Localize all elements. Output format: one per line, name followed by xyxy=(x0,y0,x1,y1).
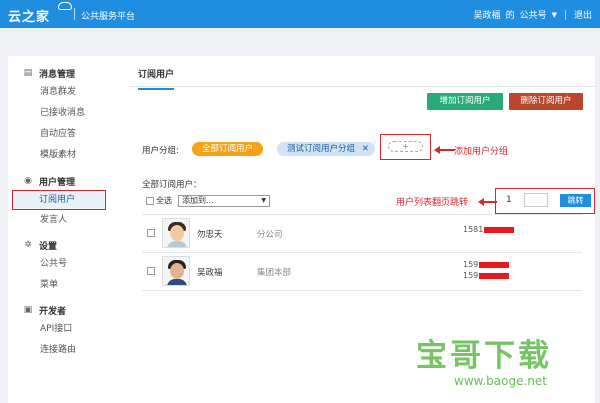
phone-prefix: 159 xyxy=(463,260,479,269)
account-dropdown[interactable]: 公共号 xyxy=(520,8,547,21)
user-department: 集团本部 xyxy=(257,268,292,278)
chevron-down-icon: ▼ xyxy=(261,197,266,204)
sidebar-item-public-account[interactable]: 公共号 xyxy=(8,254,130,275)
select-value: 添加到... xyxy=(182,196,214,205)
divider xyxy=(74,8,75,20)
logout-link[interactable]: 退出 xyxy=(574,8,592,21)
user-phone: 159 xyxy=(463,271,510,280)
row-checkbox[interactable] xyxy=(147,229,155,237)
group-label: 测试订阅用户分组 xyxy=(287,144,356,154)
current-page: 1 xyxy=(506,195,512,205)
sidebar-item-subscribers[interactable]: 订阅用户 xyxy=(12,190,106,210)
close-icon[interactable]: ✕ xyxy=(362,142,369,156)
user-icon: ◉ xyxy=(24,176,32,186)
nav-group-users: ◉ 用户管理 订阅用户 发言人 xyxy=(8,172,130,231)
table-divider xyxy=(142,290,582,291)
group-all-subscribers[interactable]: 全部订阅用户 xyxy=(192,142,263,156)
sidebar-item-speakers[interactable]: 发言人 xyxy=(8,210,130,231)
tab-subscribers[interactable]: 订阅用户 xyxy=(138,67,175,90)
cloud-icon xyxy=(58,2,72,10)
table-row[interactable]: 勿忠天 分公司 1581 xyxy=(142,214,582,252)
redaction-bar xyxy=(479,261,510,268)
phone-prefix: 1581 xyxy=(463,225,484,234)
row-checkbox[interactable] xyxy=(147,267,155,275)
table-row[interactable]: 吴政福 集团本部 159 159 xyxy=(142,252,582,290)
add-subscriber-button[interactable]: 增加订阅用户 xyxy=(427,93,503,110)
watermark-text: 宝哥下载 xyxy=(416,338,552,374)
app-logo[interactable]: 云之家 xyxy=(8,6,50,25)
sidebar-item-broadcast[interactable]: 消息群发 xyxy=(8,82,130,103)
sidebar-item-api[interactable]: API接口 xyxy=(8,319,130,340)
cube-icon: ▣ xyxy=(23,305,33,315)
sidebar-item-menu[interactable]: 菜单 xyxy=(8,275,130,296)
select-all-checkbox[interactable] xyxy=(146,196,154,205)
group-test-subscribers[interactable]: 测试订阅用户分组 ✕ xyxy=(277,142,375,156)
sidebar-item-received[interactable]: 已接收消息 xyxy=(8,103,130,124)
watermark: 宝哥下载 www.baoge.net xyxy=(416,330,552,388)
page-jump-input[interactable] xyxy=(524,193,548,207)
nav-group-messages: ▤ 消息管理 消息群发 已接收消息 自动应答 模版素材 xyxy=(8,64,130,166)
pagination-annotation: 用户列表翻页跳转 xyxy=(396,198,469,208)
message-icon: ▤ xyxy=(23,68,33,78)
phone-prefix: 159 xyxy=(463,271,479,280)
add-to-group-select[interactable]: 添加到... ▼ xyxy=(178,195,270,207)
sidebar-item-auto-reply[interactable]: 自动应答 xyxy=(8,124,130,145)
user-phone: 159 xyxy=(463,260,510,269)
select-all[interactable]: 全选 xyxy=(146,195,172,206)
group-title: 设置 xyxy=(39,241,58,252)
annotation-arrow xyxy=(434,146,455,154)
username: 吴政福 xyxy=(473,11,501,21)
redaction-bar xyxy=(484,226,515,233)
avatar xyxy=(162,218,190,248)
user-group-label: 用户分组: xyxy=(142,146,179,156)
jump-button[interactable]: 跳转 xyxy=(560,194,591,207)
nav-group-settings: ✲ 设置 公共号 菜单 xyxy=(8,236,130,296)
user-phone: 1581 xyxy=(463,225,515,234)
list-title: 全部订阅用户： xyxy=(142,180,202,190)
user-name: 勿忠天 xyxy=(197,230,223,240)
select-all-label: 全选 xyxy=(156,196,172,205)
group-title: 消息管理 xyxy=(39,69,76,80)
add-group-button[interactable]: + xyxy=(388,141,423,152)
group-title: 开发者 xyxy=(39,306,67,317)
nav-group-developer: ▣ 开发者 API接口 连接路由 xyxy=(8,301,130,361)
sidebar: ▤ 消息管理 消息群发 已接收消息 自动应答 模版素材 ◉ 用户管理 订阅用户 … xyxy=(8,56,130,403)
platform-title: 公共服务平台 xyxy=(81,12,136,22)
sidebar-item-templates[interactable]: 模版素材 xyxy=(8,145,130,166)
add-group-annotation: 添加用户分组 xyxy=(454,147,509,157)
user-name: 吴政福 xyxy=(197,268,223,278)
delete-subscriber-button[interactable]: 删除订阅用户 xyxy=(509,93,583,110)
watermark-url: www.baoge.net xyxy=(454,374,547,388)
user-area: 吴政福 的 公共号 ▼ 退出 xyxy=(474,8,592,21)
redaction-bar xyxy=(479,272,510,279)
group-title: 用户管理 xyxy=(39,177,76,188)
tab-bar: 订阅用户 xyxy=(130,56,595,90)
user-department: 分公司 xyxy=(257,230,283,240)
divider xyxy=(564,9,566,20)
possessive-label: 的 xyxy=(505,11,515,21)
top-bar: 云之家 公共服务平台 吴政福 的 公共号 ▼ 退出 xyxy=(0,0,600,28)
caret-down-icon[interactable]: ▼ xyxy=(552,11,557,19)
pagination-highlight: 1 跳转 xyxy=(495,188,595,214)
gear-icon: ✲ xyxy=(24,240,32,250)
avatar xyxy=(162,256,190,286)
sidebar-item-routing[interactable]: 连接路由 xyxy=(8,340,130,361)
add-group-highlight: + xyxy=(380,134,431,160)
